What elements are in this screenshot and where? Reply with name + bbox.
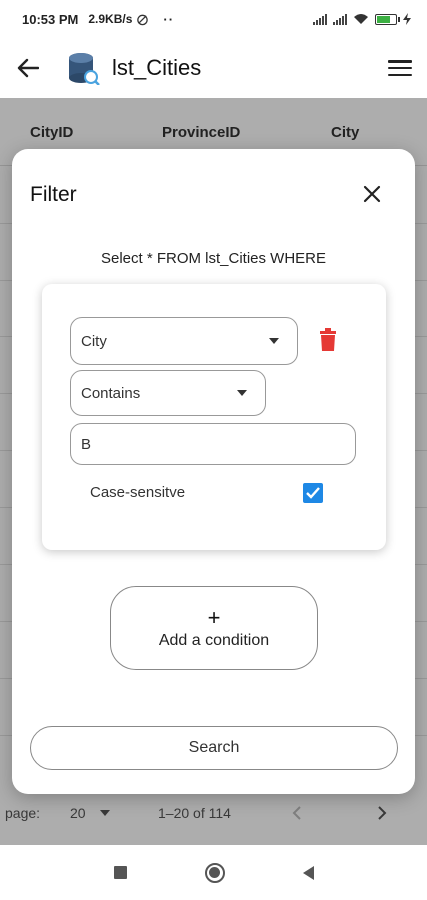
add-condition-label: Add a condition (158, 631, 270, 649)
status-bar: 10:53 PM 2.9KB/s ·· (0, 0, 427, 38)
status-time: 10:53 PM (22, 11, 79, 27)
chevron-down-icon (237, 390, 247, 396)
alarm-icon (137, 14, 149, 25)
delete-condition-icon[interactable] (317, 328, 339, 352)
search-button[interactable]: Search (30, 726, 398, 770)
dialog-title: Filter (30, 183, 77, 206)
case-sensitive-label: Case-sensitve (90, 484, 186, 501)
back-triangle-icon[interactable] (302, 865, 314, 880)
database-icon (69, 53, 100, 85)
operator-select[interactable]: Contains (70, 370, 266, 416)
column-select-value: City (81, 332, 107, 350)
more-notifications-icon: ·· (163, 11, 175, 27)
condition-value-input[interactable]: B (70, 423, 356, 465)
system-nav-bar (0, 845, 427, 900)
chevron-down-icon (269, 338, 279, 344)
page-title: lst_Cities (112, 55, 202, 80)
column-select[interactable]: City (70, 317, 298, 365)
condition-card: City Contains B Case-sensitve (42, 284, 386, 550)
search-button-label: Search (188, 739, 240, 756)
plus-icon: + (207, 604, 221, 630)
network-speed: 2.9KB/s (88, 12, 133, 26)
condition-value-text: B (81, 435, 92, 453)
home-icon[interactable] (204, 862, 225, 883)
add-condition-button[interactable]: + Add a condition (110, 586, 318, 670)
checkmark-icon (306, 487, 320, 499)
menu-icon[interactable] (387, 57, 413, 79)
query-preview: Select * FROM lst_Cities WHERE (100, 250, 327, 267)
signal-icon (313, 13, 327, 25)
battery-icon (375, 13, 400, 25)
operator-select-value: Contains (81, 384, 141, 402)
charging-icon (403, 13, 411, 25)
close-icon[interactable] (363, 185, 381, 203)
back-arrow-icon[interactable] (14, 54, 42, 82)
app-bar: lst_Cities (0, 38, 427, 98)
signal-icon-2 (333, 13, 347, 25)
case-sensitive-checkbox[interactable] (303, 483, 323, 503)
filter-dialog: Filter Select * FROM lst_Cities WHERE Ci… (12, 149, 415, 794)
wifi-icon (354, 14, 368, 24)
recents-icon[interactable] (113, 866, 127, 879)
